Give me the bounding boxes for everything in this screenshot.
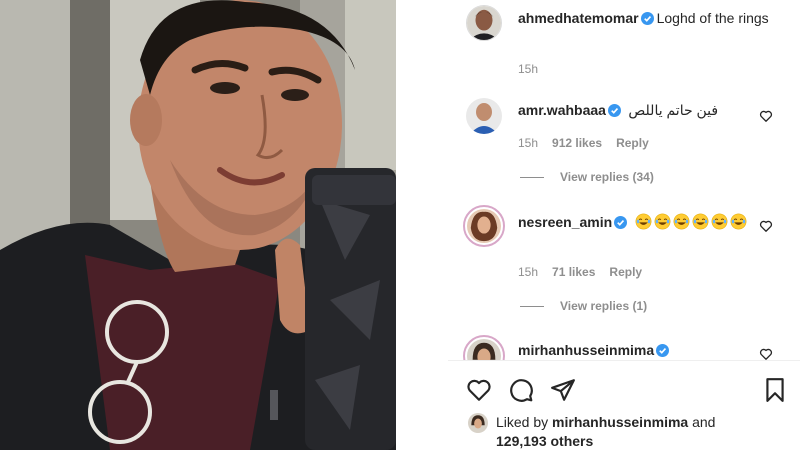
bookmark-icon[interactable] <box>762 377 788 403</box>
post-author-username[interactable]: ahmedhatemomar <box>518 10 639 26</box>
comment-meta: 15h 71 likes Reply <box>518 265 656 279</box>
author-avatar[interactable] <box>466 5 502 41</box>
reply-button[interactable]: Reply <box>609 265 642 279</box>
selfie-image <box>0 0 396 450</box>
laughing-emoji-icon <box>730 213 747 230</box>
replies-line <box>520 177 544 179</box>
verified-badge-icon <box>614 216 628 229</box>
comment-time[interactable]: 15h <box>518 136 538 150</box>
laughing-emoji-icon <box>635 213 652 230</box>
view-replies-button[interactable]: View replies (34) <box>520 170 654 184</box>
laughing-emoji-icon <box>711 213 728 230</box>
comment-like-heart-icon[interactable] <box>759 109 773 123</box>
comment-likes[interactable]: 71 likes <box>552 265 595 279</box>
comment-like-heart-icon[interactable] <box>759 347 773 361</box>
caption-text: Loghd of the rings <box>656 10 769 26</box>
likes-count[interactable]: 129,193 others <box>496 433 593 449</box>
verified-badge-icon <box>640 12 654 25</box>
comment-like-heart-icon[interactable] <box>759 219 773 233</box>
comment-time[interactable]: 15h <box>518 265 538 279</box>
view-replies-button[interactable]: View replies (1) <box>520 299 647 313</box>
post-time[interactable]: 15h <box>518 62 552 76</box>
comment-meta: 15h 912 likes Reply <box>518 136 663 150</box>
comment-likes[interactable]: 912 likes <box>552 136 602 150</box>
comment-body: mirhanhusseinmima <box>518 341 672 360</box>
verified-badge-icon <box>607 104 621 117</box>
post-photo[interactable] <box>0 0 396 450</box>
laughing-emoji-icon <box>673 213 690 230</box>
comment-username[interactable]: nesreen_amin <box>518 214 612 230</box>
verified-badge-icon <box>656 344 670 357</box>
heart-icon[interactable] <box>466 377 492 403</box>
divider <box>396 0 448 450</box>
comment-avatar[interactable] <box>466 98 502 134</box>
comment-body: nesreen_amin <box>518 210 758 235</box>
comment-username[interactable]: amr.wahbaaa <box>518 102 606 118</box>
share-icon[interactable] <box>550 377 576 403</box>
liked-by-text: Liked by mirhanhusseinmima and 129,193 o… <box>496 414 716 449</box>
laughing-emoji-icon <box>692 213 709 230</box>
liked-by-avatar[interactable] <box>468 413 488 433</box>
replies-line <box>520 306 544 308</box>
laughing-emoji-icon <box>654 213 671 230</box>
comment-body: amr.wahbaaa فين حاتم ياللص <box>518 101 758 120</box>
comment-emojis <box>635 213 749 231</box>
reply-button[interactable]: Reply <box>616 136 649 150</box>
action-bar: Liked by mirhanhusseinmima and 129,193 o… <box>448 360 800 450</box>
comment-username[interactable]: mirhanhusseinmima <box>518 342 654 358</box>
comment-text: فين حاتم ياللص <box>628 102 719 118</box>
comment-icon[interactable] <box>508 377 534 403</box>
comment-avatar[interactable] <box>467 209 501 243</box>
post-caption: ahmedhatemomar Loghd of the rings <box>518 9 798 28</box>
liked-by-user[interactable]: mirhanhusseinmima <box>552 414 688 430</box>
